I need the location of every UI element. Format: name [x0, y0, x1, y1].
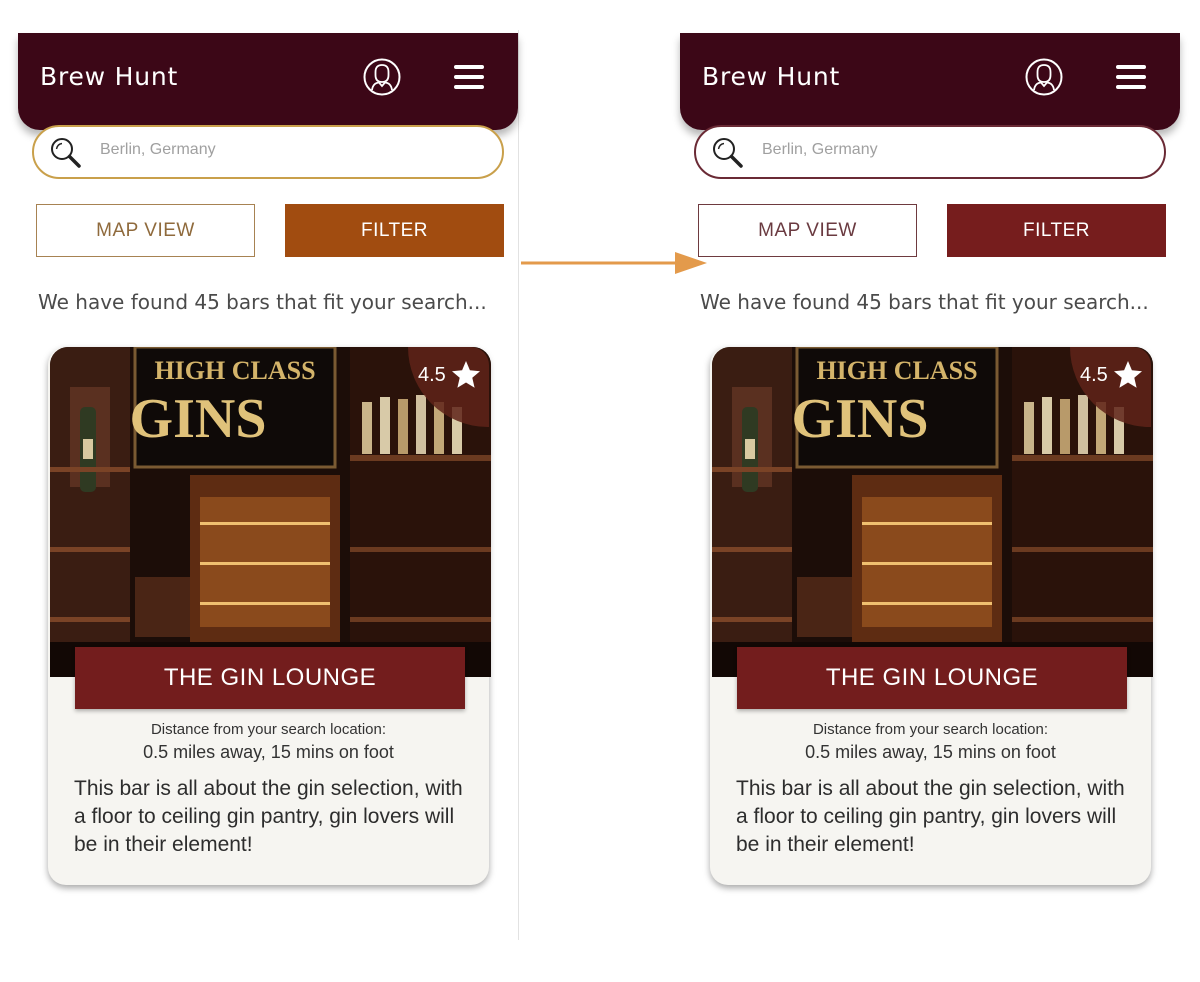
app-title: Brew Hunt [40, 62, 179, 91]
bar-description: This bar is all about the gin selection,… [74, 777, 463, 856]
bar-name-banner[interactable]: THE GIN LOUNGE [737, 647, 1127, 709]
results-count-text: We have found 45 bars that fit your sear… [700, 290, 1149, 314]
screen-after: Brew Hunt MAP VIEW FILTER We have found … [680, 0, 1180, 982]
profile-icon[interactable] [362, 57, 402, 97]
search-icon [713, 138, 743, 168]
results-count-text: We have found 45 bars that fit your sear… [38, 290, 487, 314]
map-view-button[interactable]: MAP VIEW [698, 204, 917, 257]
sign-line-2: GINS [130, 388, 267, 450]
filter-button[interactable]: FILTER [947, 204, 1166, 257]
sign-line-1: HIGH CLASS [154, 356, 315, 385]
bar-card[interactable]: HIGH CLASS GINS 4.5 THE GIN LOUNGE Dista… [48, 347, 491, 885]
search-bar[interactable] [694, 125, 1166, 179]
hamburger-menu-icon[interactable] [454, 64, 484, 90]
distance-label: Distance from your search location: [812, 721, 1049, 738]
star-icon [1114, 361, 1142, 388]
search-bar[interactable] [32, 125, 504, 179]
bar-card[interactable]: HIGH CLASS GINS 4.5 THE GIN LOUNGE Dista… [710, 347, 1153, 885]
search-input[interactable] [762, 141, 1122, 159]
comparison-divider [518, 30, 519, 940]
search-icon [51, 138, 81, 168]
bar-description: This bar is all about the gin selection,… [736, 777, 1125, 856]
filter-button[interactable]: FILTER [285, 204, 504, 257]
profile-icon[interactable] [1024, 57, 1064, 97]
bar-name-banner[interactable]: THE GIN LOUNGE [75, 647, 465, 709]
rating-value: 4.5 [418, 364, 446, 386]
star-icon [452, 361, 480, 388]
rating-value: 4.5 [1080, 364, 1108, 386]
distance-value: 0.5 miles away, 15 mins on foot [143, 742, 394, 762]
distance-value: 0.5 miles away, 15 mins on foot [805, 742, 1056, 762]
distance-label: Distance from your search location: [150, 721, 387, 738]
map-view-button[interactable]: MAP VIEW [36, 204, 255, 257]
search-input[interactable] [100, 141, 460, 159]
sign-line-2: GINS [792, 388, 929, 450]
sign-line-1: HIGH CLASS [816, 356, 977, 385]
app-title: Brew Hunt [702, 62, 841, 91]
app-header: Brew Hunt [680, 33, 1180, 130]
hamburger-menu-icon[interactable] [1116, 64, 1146, 90]
app-header: Brew Hunt [18, 33, 518, 130]
screen-before: Brew Hunt MAP VIEW FILTER We have found … [18, 0, 518, 982]
